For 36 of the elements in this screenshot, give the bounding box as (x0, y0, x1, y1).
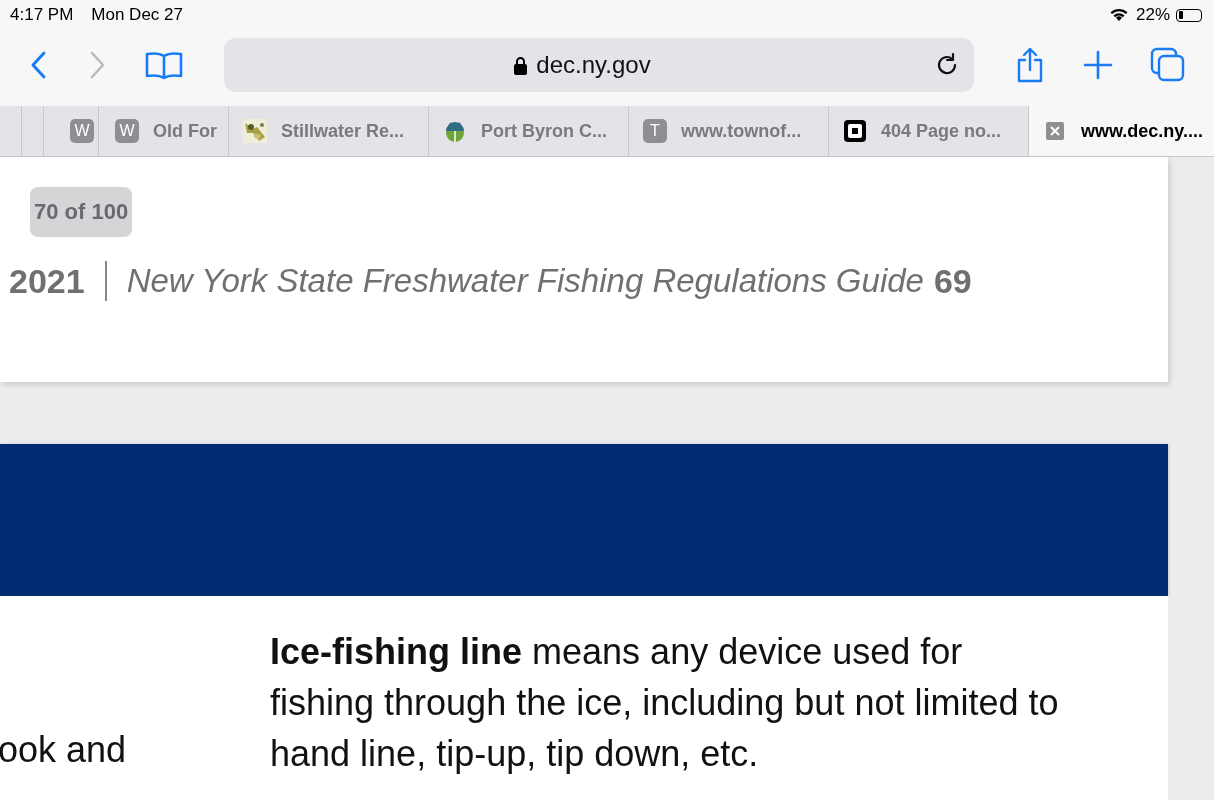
plus-icon (1082, 49, 1114, 81)
tab-title: Port Byron C... (481, 120, 607, 142)
browser-tab[interactable]: T www.townof... (629, 106, 829, 156)
browser-tab[interactable]: www.dec.ny.... (1029, 106, 1214, 156)
bug-icon (443, 119, 467, 143)
guide-year: 2021 (9, 261, 85, 301)
favicon-icon: W (70, 119, 94, 143)
tab-title: Old For (153, 120, 217, 142)
definition-paragraph: Ice-fishing line means any device used for fishing through the ice, including but not limited to hand line, tip-up, tip down, etc. (270, 630, 1060, 776)
status-date: Mon Dec 27 (91, 5, 183, 25)
paragraph-fragment: ook and (0, 729, 128, 771)
browser-tab[interactable]: 404 Page no... (829, 106, 1029, 156)
status-time: 4:17 PM (10, 5, 74, 25)
battery-percent: 22% (1135, 5, 1170, 25)
tab-title: Stillwater Re... (281, 120, 405, 142)
book-icon (144, 50, 184, 80)
favicon-icon: W (115, 119, 139, 143)
tabs-icon (1150, 47, 1186, 83)
address-text: dec.ny.gov (536, 51, 651, 79)
browser-tab[interactable]: W Old For (99, 106, 229, 156)
address-bar[interactable]: dec.ny.gov (224, 38, 974, 92)
tab-title: 404 Page no... (881, 120, 1002, 142)
tab-title: www.dec.ny.... (1081, 120, 1204, 142)
square-logo-icon (843, 119, 867, 143)
page-counter: 70 of 100 (30, 187, 133, 237)
close-icon[interactable] (1043, 119, 1067, 143)
lock-icon (513, 55, 529, 75)
wifi-icon (1109, 8, 1128, 22)
browser-tab[interactable]: Stillwater Re... (229, 106, 429, 156)
browser-tab[interactable]: Port Byron C... (429, 106, 629, 156)
battery-icon (1176, 8, 1202, 22)
tab-title: www.townof... (681, 120, 802, 142)
favicon-icon: T (643, 119, 667, 143)
guide-title: New York State Freshwater Fishing Regulations Guide (126, 262, 924, 300)
page-number: 69 (933, 261, 972, 301)
browser-tab[interactable]: W (44, 106, 99, 156)
